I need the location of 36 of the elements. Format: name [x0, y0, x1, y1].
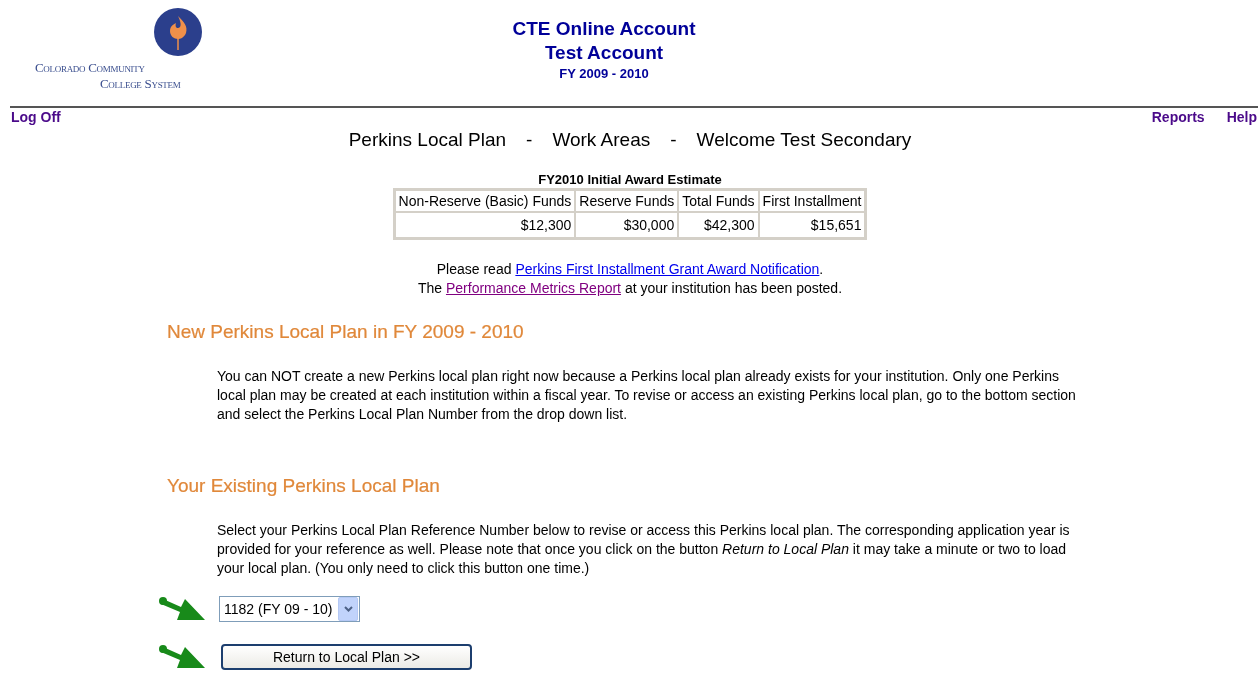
column-header: First Installment: [758, 190, 866, 212]
notice-text: at your institution has been posted.: [623, 280, 843, 296]
page-heading: Perkins Local Plan: [348, 129, 507, 151]
separator: -: [526, 129, 533, 151]
separator: -: [670, 129, 677, 151]
logo-text: College System: [100, 76, 181, 92]
document-link[interactable]: Performance Metrics Report: [445, 280, 621, 296]
section-heading: New Perkins Local Plan in FY 2009 - 2010: [167, 320, 525, 344]
notice-text: The: [417, 280, 444, 296]
site-title: CTE Online Account: [512, 17, 696, 41]
notice-text: Please read: [436, 261, 513, 277]
logo-icon: [154, 8, 202, 56]
fiscal-year: FY 2009 - 2010: [559, 65, 649, 83]
column-header: Reserve Funds: [575, 190, 679, 212]
nav-link[interactable]: Help: [1226, 109, 1257, 125]
column-header: Non-Reserve (Basic) Funds: [394, 190, 576, 212]
section-text: Select your Perkins Local Plan Reference Number below to revise or access this Perkins local plan. The corresponding application year is provided for your reference as well. Please note that once you click on the button Return to Local Plan it may take a minute or two to load your local plan. (You only need to click this button one time.): [217, 521, 1071, 578]
arrow-icon: [159, 644, 205, 670]
column-header: Total Funds: [678, 190, 759, 212]
account-name: Test Account: [544, 41, 664, 65]
logo-text: Colorado Community: [35, 60, 145, 76]
page-heading: Work Areas: [552, 129, 651, 151]
return-button[interactable]: Return to Local Plan >>: [221, 644, 472, 670]
table-cell: $15,651: [758, 212, 866, 238]
table-caption: FY2010 Initial Award Estimate: [537, 172, 723, 188]
section-text: You can NOT create a new Perkins local plan right now because a Perkins local plan already exists for your institution. Only one Perkins local plan may be created at each institution within a fiscal year. To revise or access an existing Perkins local plan, go to the bottom section and select the Perkins Local Plan Number from the drop down list.: [217, 367, 1077, 424]
plan-select[interactable]: 1182 (FY 09 - 10): [219, 596, 361, 622]
section-heading: Your Existing Perkins Local Plan: [167, 474, 441, 498]
table-cell: $12,300: [394, 212, 576, 238]
arrow-icon: [159, 596, 205, 622]
table-cell: $30,000: [575, 212, 679, 238]
nav-link[interactable]: Reports: [1151, 109, 1205, 125]
notice-text: .: [819, 261, 824, 277]
nav-link[interactable]: Log Off: [11, 109, 61, 125]
page-heading: Welcome Test Secondary: [696, 129, 912, 151]
table-cell: $42,300: [678, 212, 759, 238]
